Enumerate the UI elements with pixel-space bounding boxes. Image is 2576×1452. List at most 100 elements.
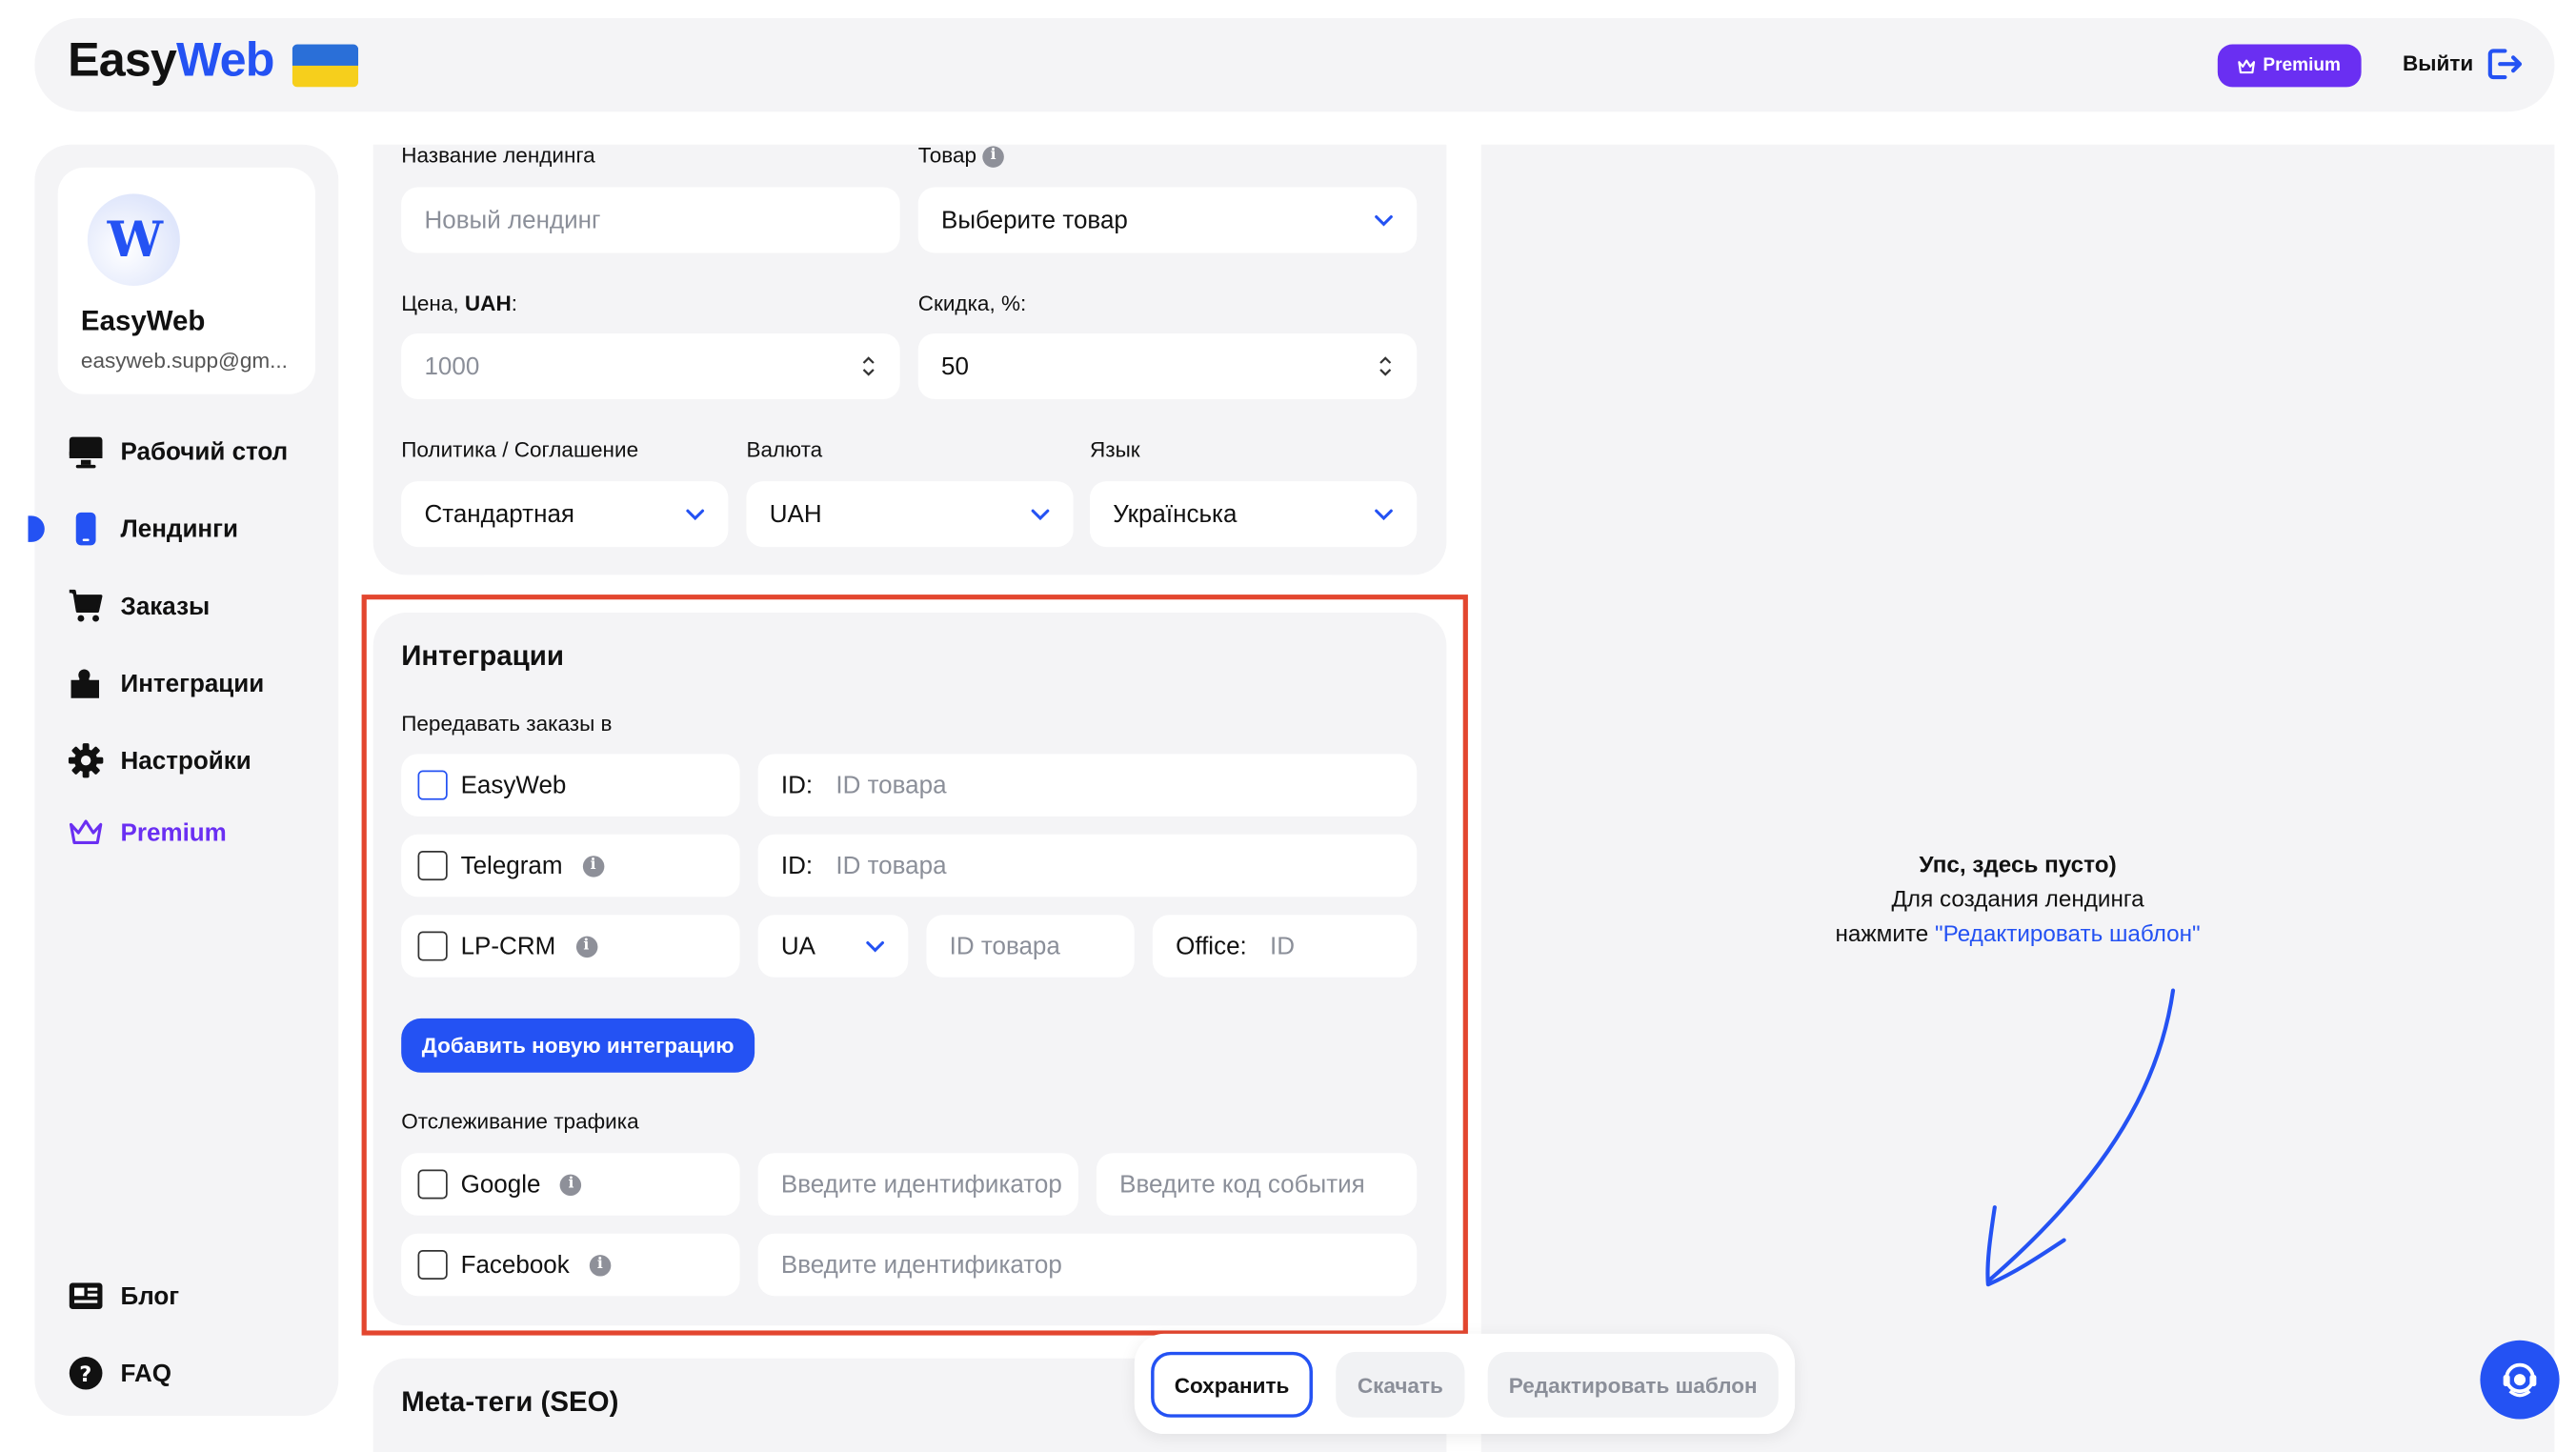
sidebar-item-label: Лендинги (120, 514, 238, 543)
google-id-input[interactable]: Введите идентификатор (757, 1153, 1078, 1216)
info-icon[interactable]: i (589, 1254, 612, 1276)
product-select[interactable]: Выберите товар (917, 187, 1418, 253)
integration-telegram[interactable]: Telegram i (401, 834, 740, 897)
discount-input-value: 50 (940, 352, 969, 381)
currency-select[interactable]: UAH (746, 481, 1074, 548)
sidebar-item-blog[interactable]: Блог (68, 1275, 179, 1318)
stepper-icon[interactable] (860, 353, 876, 380)
info-icon[interactable]: i (560, 1173, 582, 1196)
support-chat-button[interactable] (2480, 1340, 2560, 1420)
sidebar-item-dashboard[interactable]: Рабочий стол (68, 431, 288, 474)
sidebar-item-premium[interactable]: Premium (68, 812, 227, 855)
edit-template-button[interactable]: Редактировать шаблон (1487, 1351, 1779, 1418)
download-button[interactable]: Скачать (1336, 1351, 1465, 1418)
lpcrm-checkbox[interactable] (417, 931, 448, 961)
sidebar-item-integrations[interactable]: Интеграции (68, 662, 264, 705)
sidebar-item-landings[interactable]: Лендинги (68, 508, 238, 551)
sidebar-item-label: Рабочий стол (120, 437, 289, 466)
phone-icon (75, 512, 96, 546)
tracking-google[interactable]: Google i (401, 1153, 740, 1216)
sidebar-item-label: FAQ (120, 1359, 171, 1387)
price-input[interactable]: 1000 (401, 333, 900, 399)
stepper-icon[interactable] (1378, 353, 1394, 380)
tracking-name: Facebook (460, 1250, 570, 1280)
profile-name: EasyWeb (80, 305, 206, 337)
language-select-value: Українська (1113, 499, 1238, 529)
google-event-input[interactable]: Введите код события (1096, 1153, 1418, 1216)
discount-label: Скидка, %: (917, 291, 1027, 316)
country-value: UA (780, 932, 815, 960)
google-checkbox[interactable] (417, 1169, 448, 1200)
easyweb-checkbox[interactable] (417, 770, 448, 800)
integration-name: Telegram (460, 851, 563, 880)
active-indicator (28, 515, 45, 542)
empty-state-line3: нажмите "Редактировать шаблон" (1835, 919, 2201, 947)
lpcrm-office-input[interactable]: Office: ID (1152, 915, 1418, 978)
office-label: Office: (1176, 932, 1247, 960)
profile-email: easyweb.supp@gm... (80, 348, 288, 373)
logo-text-web: Web (176, 34, 274, 88)
sidebar: W EasyWeb easyweb.supp@gm... Рабочий сто… (28, 144, 339, 1417)
chevron-down-icon (1375, 215, 1393, 227)
integration-lpcrm[interactable]: LP-CRM i (401, 915, 740, 978)
chevron-down-icon (1375, 509, 1393, 521)
save-button[interactable]: Сохранить (1151, 1351, 1313, 1418)
sidebar-item-label: Настройки (120, 746, 252, 775)
lpcrm-product-id-input[interactable]: ID товара (926, 915, 1135, 978)
language-select[interactable]: Українська (1089, 481, 1418, 548)
info-icon[interactable]: i (575, 935, 597, 958)
sidebar-item-settings[interactable]: Настройки (68, 739, 252, 782)
event-placeholder: Введите код события (1119, 1170, 1365, 1199)
id-placeholder: ID товара (835, 851, 947, 880)
info-icon[interactable]: i (982, 146, 1004, 168)
logo[interactable]: EasyWeb (68, 34, 274, 89)
tracking-facebook[interactable]: Facebook i (401, 1233, 740, 1297)
facebook-id-input[interactable]: Введите идентификатор (757, 1233, 1418, 1297)
facebook-checkbox[interactable] (417, 1249, 448, 1280)
price-label: Цена, UAH: (401, 291, 518, 316)
sidebar-item-orders[interactable]: Заказы (68, 585, 210, 628)
traffic-tracking-label: Отслеживание трафика (401, 1108, 639, 1134)
language-label: Язык (1089, 436, 1140, 462)
chevron-down-icon (1031, 509, 1050, 521)
sidebar-item-faq[interactable]: ? FAQ (68, 1352, 171, 1395)
empty-state-line2: Для создания лендинга (1891, 885, 2144, 912)
logout-link[interactable]: Выйти (2403, 50, 2473, 75)
info-icon[interactable]: i (582, 855, 604, 877)
price-input-placeholder: 1000 (424, 352, 480, 381)
lpcrm-country-select[interactable]: UA (757, 915, 909, 978)
meta-seo-title[interactable]: Meta-теги (SEO) (401, 1386, 618, 1419)
chevron-down-icon (686, 509, 705, 521)
edit-template-link[interactable]: "Редактировать шаблон" (1935, 919, 2201, 946)
office-placeholder: ID (1270, 932, 1296, 960)
crown-icon (69, 819, 103, 844)
svg-text:?: ? (79, 1362, 91, 1387)
premium-button[interactable]: Premium (2217, 44, 2362, 88)
landing-name-label: Название лендинга (401, 142, 595, 168)
policy-select[interactable]: Стандартная (401, 481, 729, 548)
avatar: W (87, 193, 180, 286)
profile-card[interactable]: W EasyWeb easyweb.supp@gm... (57, 167, 316, 394)
action-bar: Сохранить Скачать Редактировать шаблон (1134, 1333, 1796, 1435)
question-icon: ? (69, 1357, 103, 1390)
top-header: EasyWeb Premium Выйти (34, 17, 2555, 112)
integration-easyweb[interactable]: EasyWeb (401, 754, 740, 817)
sidebar-item-label: Premium (120, 818, 227, 847)
discount-input[interactable]: 50 (917, 333, 1418, 399)
logout-icon[interactable] (2486, 48, 2523, 80)
add-integration-button[interactable]: Добавить новую интеграцию (401, 1018, 755, 1073)
landing-name-input[interactable]: Новый лендинг (401, 187, 900, 253)
sidebar-item-label: Блог (120, 1281, 180, 1310)
monitor-icon (69, 436, 103, 469)
crown-icon (2239, 58, 2256, 73)
easyweb-id-input[interactable]: ID: ID товара (757, 754, 1418, 817)
telegram-id-input[interactable]: ID: ID товара (757, 834, 1418, 897)
policy-label: Политика / Соглашение (401, 436, 639, 462)
currency-select-value: UAH (769, 499, 822, 529)
headset-icon (2503, 1362, 2537, 1398)
news-icon (69, 1282, 103, 1310)
chevron-down-icon (866, 941, 885, 953)
gear-icon (68, 743, 104, 778)
telegram-checkbox[interactable] (417, 851, 448, 881)
product-select-value: Выберите товар (940, 206, 1128, 234)
